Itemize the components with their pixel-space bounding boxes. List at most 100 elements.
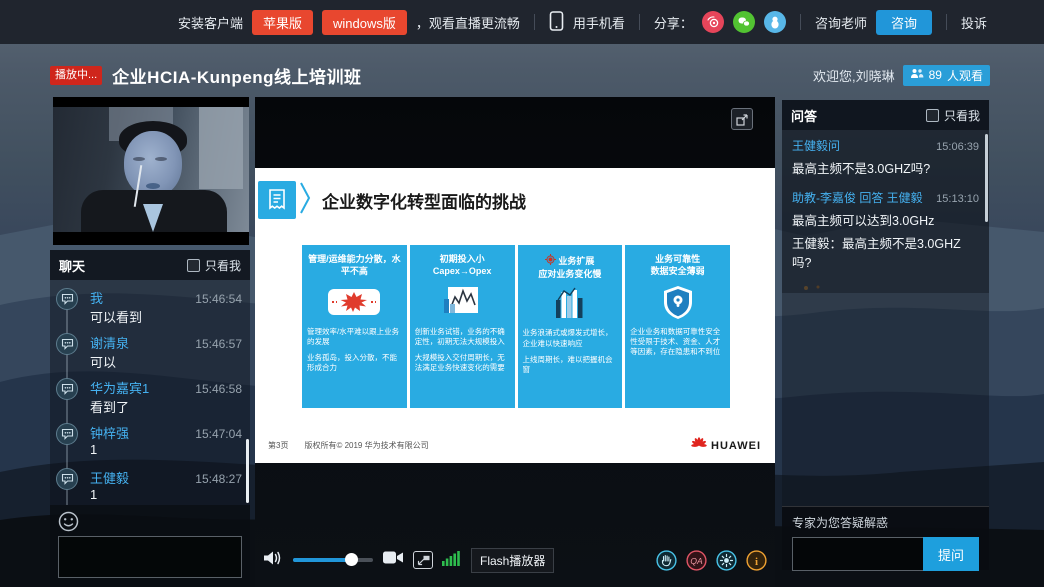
presenter-video-frame xyxy=(53,107,249,232)
share-label: 分享： xyxy=(654,13,693,32)
complaint-link[interactable]: 投诉 xyxy=(961,13,987,32)
player-controls: Flash播放器 QA i xyxy=(262,548,767,572)
qa-user-name[interactable]: 助教-李嘉俊 回答 王健毅 xyxy=(792,189,923,206)
chat-timestamp: 15:47:04 xyxy=(195,427,242,441)
chat-user-name[interactable]: 钟梓强 xyxy=(90,423,129,442)
viewer-count-suffix: 人观看 xyxy=(947,67,983,84)
volume-icon[interactable] xyxy=(262,549,284,572)
qa-icon[interactable]: QA xyxy=(686,550,707,571)
brightness-icon[interactable] xyxy=(716,550,737,571)
qa-scrollbar[interactable] xyxy=(985,134,988,222)
chat-message-text: 可以 xyxy=(90,352,242,368)
consult-button[interactable]: 咨询 xyxy=(876,10,932,35)
windows-version-button[interactable]: windows版 xyxy=(322,10,407,35)
chat-message-list[interactable]: 我15:46:54 可以看到 谢清泉15:46:57 可以 华为嘉宾115:46… xyxy=(50,280,250,505)
divider xyxy=(946,14,947,30)
video-player[interactable]: 企业数字化转型面临的挑战 管理/运维能力分散，水平不高 管理效率/水平难以跟上业… xyxy=(255,97,775,587)
slide-box-text: 企业业务和数据可靠性安全性受限于技术、资金、人才等因素，存在隐患和不到位 xyxy=(630,327,725,357)
phone-icon xyxy=(549,11,564,34)
expand-icon[interactable] xyxy=(731,108,753,130)
shield-icon xyxy=(661,282,695,322)
ask-question-button[interactable]: 提问 xyxy=(923,537,979,571)
chart-icon xyxy=(440,282,484,322)
slide-box: 业务可靠性 数据安全薄弱 企业业务和数据可靠性安全性受限于技术、资金、人才等因素… xyxy=(625,245,730,408)
slide-box-header: 数据安全薄弱 xyxy=(651,266,705,278)
slide-title: 企业数字化转型面临的挑战 xyxy=(322,188,526,213)
slide-box-text: 管理效率/水平难以跟上业务的发展 xyxy=(307,327,402,347)
chat-message: 钟梓强 15:47:04 1 xyxy=(50,423,250,458)
volume-slider-thumb[interactable] xyxy=(345,553,358,566)
chat-panel: 聊天 只看我 我15:46:54 可以看到 谢清泉15:46:57 可以 xyxy=(50,250,250,587)
qa-message: 助教-李嘉俊 回答 王健毅 15:13:10 最高主频可以达到3.0GHz 王健… xyxy=(792,189,979,271)
watch-on-mobile[interactable]: 用手机看 xyxy=(549,11,625,34)
signal-icon xyxy=(442,549,462,571)
chat-user-name[interactable]: 王健毅 xyxy=(90,468,129,487)
chat-user-name[interactable]: 谢清泉 xyxy=(90,333,129,352)
burst-icon xyxy=(324,282,384,322)
chat-avatar-icon xyxy=(56,333,78,355)
chat-only-me-checkbox[interactable] xyxy=(187,259,200,272)
flash-player-selector[interactable]: Flash播放器 xyxy=(471,548,554,573)
chat-message-text: 看到了 xyxy=(90,397,242,413)
chat-avatar-icon xyxy=(56,288,78,310)
chat-user-name[interactable]: 华为嘉宾1 xyxy=(90,378,149,397)
volume-slider[interactable] xyxy=(293,558,373,562)
slide-box: 管理/运维能力分散，水平不高 管理效率/水平难以跟上业务的发展 业务孤岛，投入分… xyxy=(302,245,407,408)
chat-message-text: 1 xyxy=(90,487,242,503)
wechat-share-icon[interactable] xyxy=(733,11,755,33)
chat-scrollbar[interactable] xyxy=(246,439,249,503)
qa-panel: 问答 只看我 王健毅问 15:06:39 最高主频不是3.0GHZ吗? 助教-李… xyxy=(782,100,989,570)
chat-header: 聊天 只看我 xyxy=(50,250,250,280)
watch-on-mobile-label: 用手机看 xyxy=(573,13,625,32)
document-icon xyxy=(258,181,296,219)
divider xyxy=(534,14,535,30)
chat-timestamp: 15:46:58 xyxy=(195,382,242,396)
chat-user-name[interactable]: 我 xyxy=(90,288,103,307)
welcome-label: 欢迎您,刘晓琳 xyxy=(813,66,895,85)
slide-copyright: 版权所有© 2019 华为技术有限公司 xyxy=(304,440,428,451)
qa-header: 问答 只看我 xyxy=(782,100,989,130)
qa-only-me-filter[interactable]: 只看我 xyxy=(926,107,980,124)
qa-message-list[interactable]: 王健毅问 15:06:39 最高主频不是3.0GHZ吗? 助教-李嘉俊 回答 王… xyxy=(782,130,989,293)
qa-message-text: 最高主频不是3.0GHZ吗? xyxy=(792,158,979,177)
qa-message-text: 最高主频可以达到3.0GHz xyxy=(792,210,979,229)
chat-message: 王健毅 15:48:27 1 xyxy=(50,468,250,503)
svg-text:QA: QA xyxy=(690,556,703,566)
qa-input[interactable] xyxy=(792,537,923,571)
qa-user-name[interactable]: 王健毅问 xyxy=(792,137,840,154)
huawei-logo-icon xyxy=(691,437,707,454)
camera-icon[interactable] xyxy=(382,550,404,570)
slide-box-header: 业务扩展 xyxy=(558,256,594,266)
chat-timestamp: 15:46:54 xyxy=(195,292,242,306)
slide-box-text: 创新业务试错，业务的不确定性，初期无法大规模投入 xyxy=(415,327,510,347)
weibo-share-icon[interactable] xyxy=(702,11,724,33)
qa-timestamp: 15:06:39 xyxy=(936,141,979,153)
apple-version-button[interactable]: 苹果版 xyxy=(252,10,313,35)
chat-message: 我15:46:54 可以看到 xyxy=(50,288,250,323)
svg-text:i: i xyxy=(755,556,758,568)
course-title: 企业HCIA-Kunpeng线上培训班 xyxy=(112,63,361,88)
chat-only-me-filter[interactable]: 只看我 xyxy=(187,257,241,274)
chat-timestamp: 15:46:57 xyxy=(195,337,242,351)
slide-box: 初期投入小 Capex→Opex 创新业务试错，业务的不确定性，初期无法大规模投… xyxy=(410,245,515,408)
chat-timestamp: 15:48:27 xyxy=(195,472,242,486)
chat-avatar-icon xyxy=(56,378,78,400)
info-icon[interactable]: i xyxy=(746,550,767,571)
slide-box-header: Capex→Opex xyxy=(433,266,492,278)
chat-avatar-icon xyxy=(56,423,78,445)
slide-box-header: 管理/运维能力分散，水平不高 xyxy=(307,254,402,279)
viewer-count-badge: 89 人观看 xyxy=(903,65,990,86)
slide-box-header: 初期投入小 xyxy=(433,254,492,266)
qa-only-me-checkbox[interactable] xyxy=(926,109,939,122)
raise-hand-icon[interactable] xyxy=(656,550,677,571)
slide-box-text: 大规模投入交付周期长，无法满足业务快速变化的需要 xyxy=(415,353,510,373)
pip-icon[interactable] xyxy=(413,551,433,569)
chat-message: 华为嘉宾1 15:46:58 看到了 xyxy=(50,378,250,413)
chat-input[interactable] xyxy=(58,536,242,578)
emoji-icon[interactable] xyxy=(58,511,79,537)
huawei-logo-text: HUAWEI xyxy=(711,440,761,452)
qq-share-icon[interactable] xyxy=(764,11,786,33)
qa-message: 王健毅问 15:06:39 最高主频不是3.0GHZ吗? xyxy=(792,137,979,177)
presenter-video[interactable] xyxy=(53,97,249,245)
chat-message-text: 1 xyxy=(90,442,242,458)
